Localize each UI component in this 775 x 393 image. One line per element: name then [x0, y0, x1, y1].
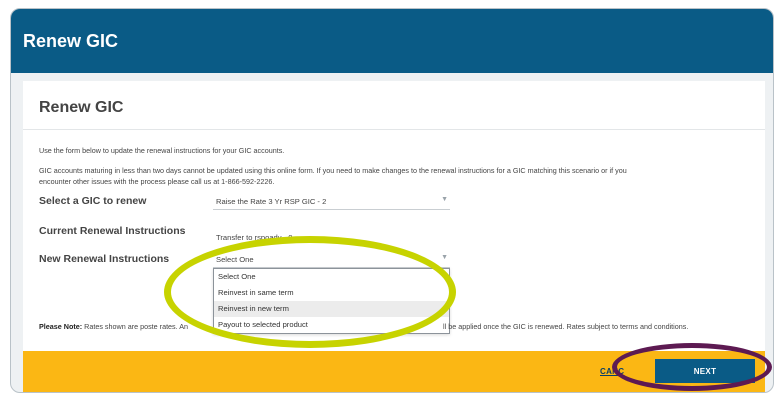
cancel-button[interactable]: CANC	[600, 367, 624, 376]
chevron-down-icon: ▼	[441, 196, 448, 203]
maturity-note-line1: GIC accounts maturing in less than two d…	[39, 166, 627, 175]
option-select-one[interactable]: Select One	[214, 269, 449, 285]
option-reinvest-new-term[interactable]: Reinvest in new term	[214, 301, 449, 317]
renew-gic-card: Renew GIC Use the form below to update t…	[23, 81, 765, 392]
please-note-text: Please Note: Rates shown are poste rates…	[39, 322, 689, 331]
select-gic-value: Raise the Rate 3 Yr RSP GIC - 2	[216, 197, 327, 206]
page-title: Renew GIC	[39, 99, 124, 116]
new-renewal-dropdown[interactable]: Select One ▼	[213, 253, 450, 268]
app-window: Renew GIC Renew GIC Use the form below t…	[10, 8, 774, 393]
new-renewal-label: New Renewal Instructions	[39, 253, 170, 265]
option-reinvest-same-term[interactable]: Reinvest in same term	[214, 285, 449, 301]
current-renewal-value: Transfer to rspoadv - 0	[216, 233, 293, 242]
new-renewal-value: Select One	[216, 255, 254, 264]
select-gic-dropdown[interactable]: Raise the Rate 3 Yr RSP GIC - 2 ▼	[213, 195, 450, 210]
select-gic-label: Select a GIC to renew	[39, 195, 147, 207]
maturity-note-line2: encounter other issues with the process …	[39, 177, 275, 186]
maturity-note: GIC accounts maturing in less than two d…	[39, 165, 754, 187]
action-footer: CANC NEXT	[23, 351, 765, 392]
chevron-down-icon: ▼	[441, 254, 448, 261]
header-title: Renew GIC	[23, 31, 119, 51]
divider	[23, 129, 765, 130]
please-note-label: Please Note:	[39, 322, 83, 331]
intro-text: Use the form below to update the renewal…	[39, 146, 285, 155]
current-renewal-label: Current Renewal Instructions	[39, 225, 186, 237]
top-header-bar: Renew GIC	[11, 9, 773, 73]
next-button[interactable]: NEXT	[655, 359, 755, 383]
